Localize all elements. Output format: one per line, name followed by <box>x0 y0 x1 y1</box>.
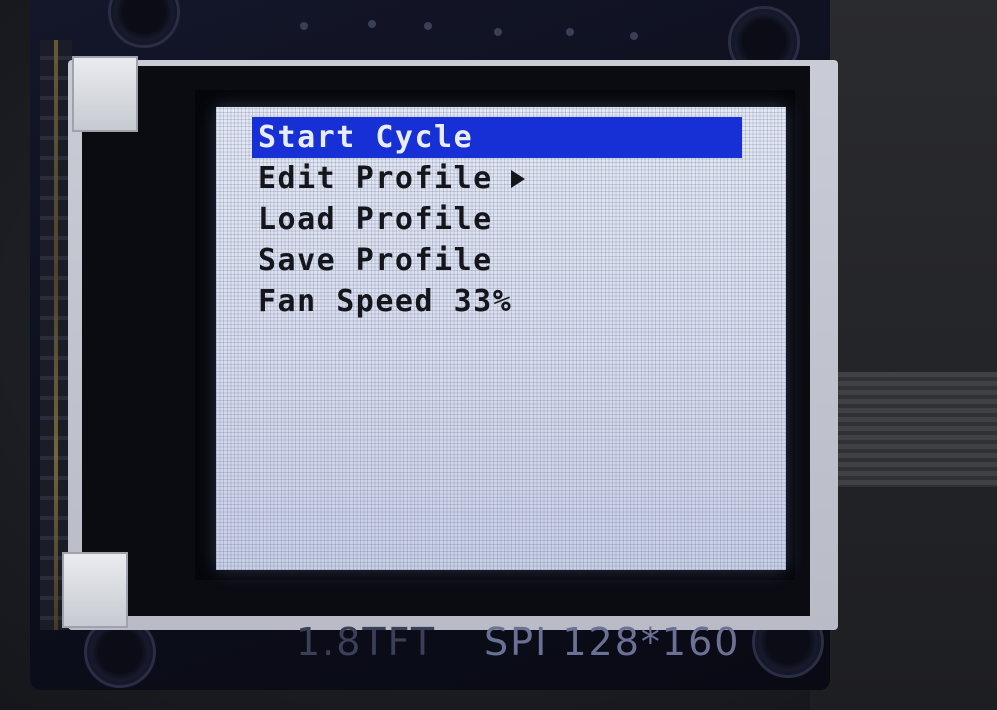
pcb-via <box>424 22 432 30</box>
menu-item-label: Save Profile <box>258 243 493 278</box>
menu-item-label: Fan Speed 33% <box>258 284 513 319</box>
menu-item-label: Start Cycle <box>258 120 474 155</box>
menu-item-label: Load Profile <box>258 202 493 237</box>
pcb-via <box>300 22 308 30</box>
pcb-via <box>630 32 638 40</box>
menu-item-save-profile[interactable]: Save Profile <box>252 240 752 281</box>
menu-item-fan-speed[interactable]: Fan Speed 33% <box>252 281 752 322</box>
menu-item-start-cycle[interactable]: Start Cycle <box>252 117 742 158</box>
pcb-via <box>494 28 502 36</box>
interface-label: SPI 128*160 <box>484 620 741 664</box>
frame-clip-bottom <box>62 552 128 628</box>
ribbon-cable <box>826 372 997 487</box>
menu-item-load-profile[interactable]: Load Profile <box>252 199 752 240</box>
main-menu: Start Cycle Edit Profile Load Profile Sa… <box>252 117 752 322</box>
menu-item-label: Edit Profile <box>258 161 493 196</box>
lcd-screen: Start Cycle Edit Profile Load Profile Sa… <box>216 107 786 570</box>
frame-clip-top <box>72 56 138 132</box>
pcb-via <box>368 20 376 28</box>
wire <box>54 40 58 630</box>
display-size-label: 1.8TFT <box>296 620 437 664</box>
pcb-via <box>566 28 574 36</box>
background-surface <box>810 0 997 710</box>
triangle-right-icon <box>510 169 525 188</box>
photo-scene: Start Cycle Edit Profile Load Profile Sa… <box>0 0 997 710</box>
menu-item-edit-profile[interactable]: Edit Profile <box>252 158 752 199</box>
silkscreen-label: 1.8TFT SPI 128*160 <box>296 620 740 664</box>
